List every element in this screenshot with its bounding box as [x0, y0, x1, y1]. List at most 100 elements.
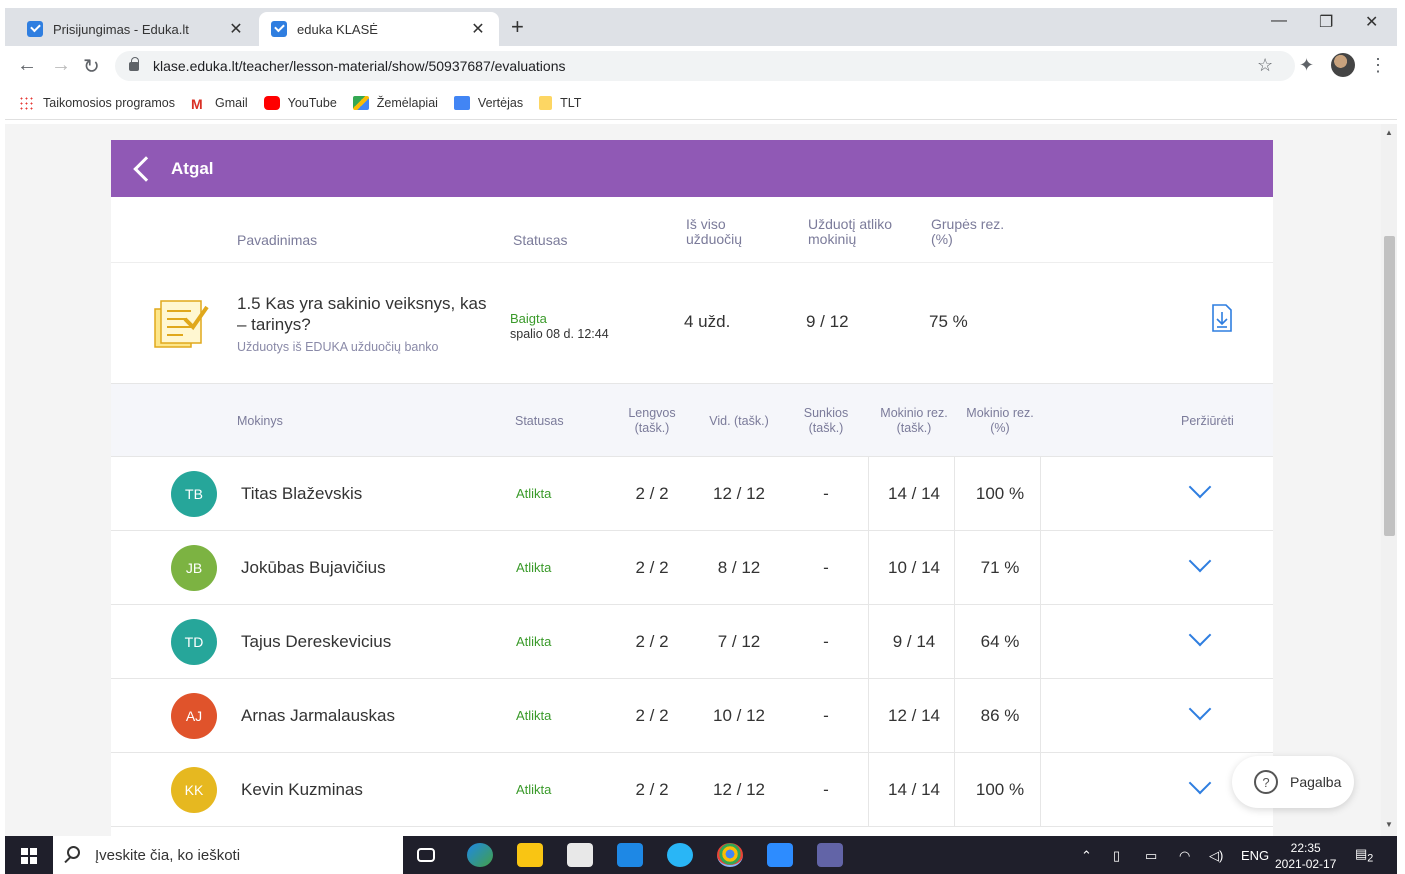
cell-divider — [954, 531, 955, 605]
lesson-status: Baigta — [510, 311, 547, 326]
page-scrollbar[interactable]: ▲ ▼ — [1381, 124, 1397, 836]
back-link[interactable]: Atgal — [171, 159, 214, 179]
edge-icon[interactable] — [467, 843, 493, 867]
chevron-down-icon[interactable] — [1188, 771, 1212, 795]
language-indicator[interactable]: ENG — [1241, 848, 1269, 863]
bookmark-apps[interactable]: Taikomosios programos — [19, 95, 175, 110]
notifications-icon[interactable]: ▤2 — [1355, 846, 1373, 865]
new-tab-icon[interactable]: + — [511, 14, 524, 40]
lesson-tasks: 4 užd. — [684, 312, 731, 331]
scroll-up-icon[interactable]: ▲ — [1385, 128, 1393, 137]
chrome-icon[interactable] — [717, 843, 743, 867]
lesson-title[interactable]: 1.5 Kas yra sakinio veiksnys, kas – tari… — [237, 293, 497, 335]
student-name: Tajus Dereskevicius — [241, 632, 392, 651]
gmail-icon: M — [191, 95, 203, 112]
wifi-icon[interactable]: ◠ — [1179, 848, 1190, 864]
bookmark-maps[interactable]: Žemėlapiai — [352, 95, 438, 110]
taskbar-search-input[interactable]: Įveskite čia, ko ieškoti — [53, 836, 403, 874]
store-icon[interactable] — [567, 843, 593, 867]
address-bar[interactable]: klase.eduka.lt/teacher/lesson-material/s… — [115, 51, 1295, 81]
taskbar-search-placeholder: Įveskite čia, ko ieškoti — [95, 846, 241, 864]
bookmark-label: Vertėjas — [477, 95, 524, 110]
student-percent: 86 % — [980, 706, 1020, 725]
student-medium: 12 / 12 — [713, 780, 765, 799]
browser-toolbar: ← → ↻ klase.eduka.lt/teacher/lesson-mate… — [5, 46, 1397, 86]
tab-prisijungimas[interactable]: Prisijungimas - Eduka.lt ✕ — [15, 12, 257, 46]
back-arrow-icon[interactable]: ← — [17, 54, 37, 77]
assignment-document-icon — [154, 300, 209, 348]
cell-divider — [1040, 679, 1041, 753]
bookmark-gmail[interactable]: M Gmail — [191, 95, 248, 112]
volume-icon[interactable]: ◁) — [1209, 848, 1223, 864]
lesson-row: 1.5 Kas yra sakinio veiksnys, kas – tari… — [111, 262, 1273, 384]
download-icon[interactable] — [1211, 303, 1233, 333]
cell-divider — [868, 605, 869, 679]
lesson-group-result: 75 % — [929, 312, 968, 331]
avatar: TB — [171, 471, 217, 517]
col-header-percent: Mokinio rez. (%) — [966, 406, 1034, 435]
youtube-icon — [263, 95, 280, 110]
restore-icon[interactable]: ❐ — [1319, 12, 1333, 32]
tray-chevron-up-icon[interactable]: ⌃ — [1081, 848, 1092, 864]
student-hard: - — [823, 632, 829, 651]
forward-arrow-icon[interactable]: → — [51, 54, 71, 77]
bookmark-translate[interactable]: Vertėjas — [453, 95, 524, 110]
chevron-down-icon[interactable] — [1188, 623, 1212, 647]
windows-start-icon[interactable] — [21, 848, 37, 864]
close-tab-icon[interactable]: ✕ — [227, 19, 245, 39]
tab-strip: Prisijungimas - Eduka.lt ✕ eduka KLASĖ ✕… — [5, 8, 1397, 46]
chevron-left-icon[interactable] — [133, 155, 159, 182]
bookmark-label: TLT — [560, 95, 582, 110]
teams-icon[interactable] — [817, 843, 843, 867]
student-table-header: Mokinys Statusas Lengvos (tašk.) Vid. (t… — [111, 384, 1273, 457]
col-header-medium: Vid. (tašk.) — [709, 414, 769, 428]
tray-device-icon[interactable]: ▯ — [1113, 848, 1120, 864]
student-score: 9 / 14 — [892, 632, 936, 651]
chevron-down-icon[interactable] — [1188, 549, 1212, 573]
chevron-down-icon[interactable] — [1188, 697, 1212, 721]
app-icon[interactable] — [667, 843, 693, 867]
tab-eduka-klase[interactable]: eduka KLASĖ ✕ — [259, 12, 499, 46]
reload-icon[interactable]: ↻ — [83, 54, 100, 79]
maps-icon — [352, 95, 369, 110]
menu-dots-icon[interactable]: ⋮ — [1369, 55, 1387, 76]
student-name: Jokūbas Bujavičius — [241, 558, 386, 577]
table-row: JB Jokūbas Bujavičius Atlikta 2 / 2 8 / 12 - 1… — [111, 531, 1273, 605]
student-percent: 71 % — [980, 558, 1020, 577]
col-header-group: Grupės rez. (%) — [931, 216, 1005, 247]
cell-divider — [868, 457, 869, 531]
windows-taskbar: Įveskite čia, ko ieškoti ⌃ ▯ ▭ ◠ ◁) ENG … — [5, 836, 1397, 874]
col-header-status: Statusas — [515, 414, 564, 428]
col-header-easy: Lengvos (tašk.) — [628, 406, 676, 435]
close-window-icon[interactable]: ✕ — [1365, 12, 1378, 32]
student-percent: 100 % — [975, 484, 1025, 503]
chevron-down-icon[interactable] — [1188, 475, 1212, 499]
student-score: 14 / 14 — [888, 484, 940, 503]
question-icon: ? — [1254, 770, 1278, 794]
minimize-icon[interactable]: — — [1271, 12, 1287, 30]
scrollbar-thumb[interactable] — [1384, 236, 1395, 536]
cell-divider — [1040, 531, 1041, 605]
bookmark-youtube[interactable]: YouTube — [263, 95, 337, 110]
bookmark-label: Žemėlapiai — [376, 95, 438, 110]
bookmark-label: Taikomosios programos — [43, 95, 175, 110]
eduka-favicon-icon — [271, 21, 287, 37]
task-view-icon[interactable] — [417, 848, 435, 862]
bookmark-tlt[interactable]: TLT — [539, 95, 582, 110]
bookmark-star-icon[interactable]: ☆ — [1257, 55, 1273, 76]
student-name: Kevin Kuzminas — [241, 780, 363, 799]
clock[interactable]: 22:35 2021-02-17 — [1275, 840, 1336, 872]
profile-avatar[interactable] — [1331, 53, 1355, 77]
extensions-puzzle-icon[interactable]: ✦ — [1299, 55, 1314, 76]
battery-icon[interactable]: ▭ — [1145, 848, 1157, 864]
zoom-icon[interactable] — [767, 843, 793, 867]
student-score: 14 / 14 — [888, 780, 940, 799]
lock-icon — [129, 56, 139, 71]
close-tab-icon[interactable]: ✕ — [469, 19, 487, 39]
tab-title: Prisijungimas - Eduka.lt — [53, 21, 189, 37]
avatar: TD — [171, 619, 217, 665]
mail-icon[interactable] — [617, 843, 643, 867]
file-explorer-icon[interactable] — [517, 843, 543, 867]
scroll-down-icon[interactable]: ▼ — [1385, 820, 1393, 829]
help-button[interactable]: ? Pagalba — [1232, 756, 1354, 808]
